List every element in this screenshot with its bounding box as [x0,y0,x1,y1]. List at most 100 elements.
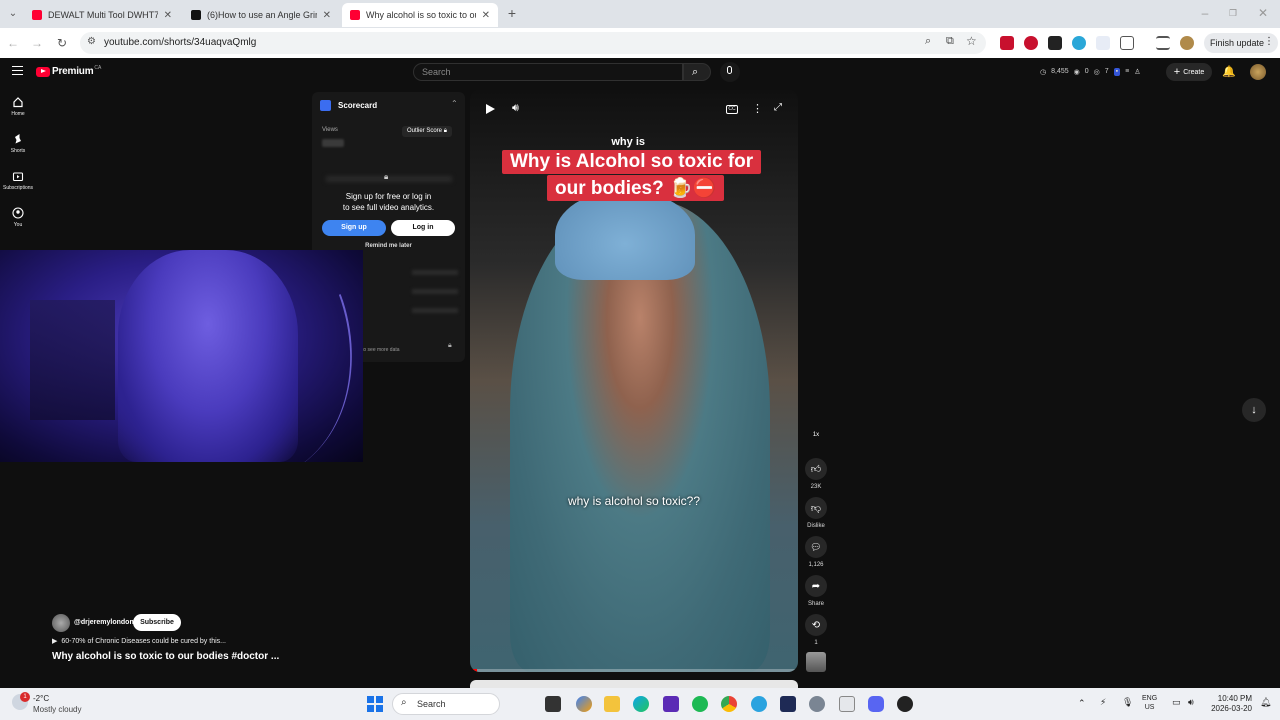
award-icon[interactable]: ♙ [1134,68,1140,76]
display-icon[interactable]: ▭ [1172,697,1181,708]
tray-chevron-icon[interactable]: ⌃ [1078,698,1086,709]
collapse-chevron-icon[interactable]: ⌃ [451,99,458,108]
language-indicator[interactable]: ENG US [1142,694,1157,712]
close-tab-icon[interactable]: ✕ [323,10,331,21]
scorecard-title: Scorecard [338,101,378,110]
shorts-video-player[interactable]: 🔊︎ CC ⋮ ⤢ why is Why is Alcohol so toxic… [470,90,798,672]
remix-button[interactable]: ⟲ [805,614,827,636]
copilot-icon[interactable] [576,696,592,712]
comments-button[interactable]: 💬︎ [805,536,827,558]
snipping-tool-icon[interactable] [839,696,855,712]
install-app-icon[interactable]: ⧉ [946,35,954,48]
video-title[interactable]: Why alcohol is so toxic to our bodies #d… [52,651,279,662]
search-input[interactable]: Search [413,63,683,81]
more-options-icon[interactable]: ⋮ [752,102,763,115]
sign-up-button[interactable]: Sign up [322,220,386,236]
next-short-preview[interactable] [470,680,798,688]
tab-search-dropdown-icon[interactable]: ⌄ [4,4,22,22]
bookmark-star-icon[interactable]: ☆ [966,34,977,48]
forward-icon[interactable]: → [28,34,46,52]
tune-icon[interactable]: ≡ [1125,68,1129,76]
close-tab-icon[interactable]: ✕ [164,10,172,21]
next-app-icon[interactable] [663,696,679,712]
share-button[interactable]: ➦ [805,575,827,597]
volume-icon[interactable]: 🔊︎ [512,102,519,115]
sound-thumbnail[interactable] [806,652,826,672]
extension-blue-icon[interactable] [1072,36,1086,50]
tab-alcohol-video[interactable]: Why alcohol is so toxic to our b ✕ [342,3,498,27]
play-icon[interactable] [486,104,495,114]
sidebar-item-home[interactable]: Home [0,96,36,117]
voice-search-button[interactable] [720,62,740,82]
extensions-puzzle-icon[interactable] [1120,36,1134,50]
back-icon[interactable]: ← [4,34,22,52]
discord-icon[interactable] [868,696,884,712]
playlist-line[interactable]: ▶ 60-70% of Chronic Diseases could be cur… [52,637,226,645]
profile-avatar[interactable] [1180,36,1194,50]
finish-update-button[interactable]: Finish update ⋮ [1204,33,1279,53]
extension-red-icon[interactable] [1000,36,1014,50]
address-bar[interactable]: ⚙ youtube.com/shorts/34uaqvaQmlg ⌕ ⧉ ☆ [80,32,986,54]
reading-list-icon[interactable] [1156,36,1170,50]
close-window-icon[interactable]: ✕ [1254,4,1272,22]
dislike-button[interactable]: 👎︎ [805,497,827,519]
sidebar-item-shorts[interactable]: Shorts [0,133,36,154]
views-label: Views [322,127,338,133]
tab-dewalt[interactable]: DEWALT Multi Tool DWHT7184 ✕ [24,3,180,27]
spotify-icon[interactable] [692,696,708,712]
comment-count: 1,126 [808,562,824,568]
fullscreen-icon[interactable]: ⤢ [774,102,782,113]
remind-me-later-link[interactable]: Remind me later [312,243,465,249]
extension-pinterest-icon[interactable] [1024,36,1038,50]
like-button[interactable]: 👍︎ [805,458,827,480]
log-in-button[interactable]: Log in [391,220,455,236]
notifications-bell-icon[interactable]: 🔔 [1222,65,1236,78]
create-button[interactable]: + Create [1166,63,1212,81]
search-icon: ⌕ [401,697,407,708]
mic-tray-icon[interactable]: 🎙︎ [1122,697,1133,708]
tab-angle-grinder[interactable]: (6)How to use an Angle Grinde ✕ [183,3,339,27]
search-button[interactable]: ⌕ [683,63,711,81]
windows-start-icon[interactable] [367,696,383,712]
restore-icon[interactable]: ❐ [1224,4,1242,22]
menu-dots-icon[interactable]: ⋮ [1264,36,1274,47]
youtube-logo[interactable]: Premium CA [36,65,101,77]
next-video-button[interactable]: ↓ [1242,398,1266,422]
channel-handle[interactable]: @drjeremylondon [74,619,134,626]
sidebar-item-subscriptions[interactable]: Subscriptions [0,170,36,191]
clock[interactable]: 10:40 PM 2026-03-20 [1206,694,1252,714]
captions-icon[interactable]: CC [726,105,738,114]
new-tab-icon[interactable]: + [503,4,521,22]
vidiq-icon[interactable]: ▪ [1113,68,1121,76]
chrome-icon[interactable] [721,696,737,712]
vpn-icon[interactable] [780,696,796,712]
settings-gear-icon[interactable] [809,696,825,712]
progress-bar[interactable] [470,669,798,672]
extension-dark-icon[interactable] [1048,36,1062,50]
network-icon[interactable]: ⚡︎ [1100,697,1106,708]
reload-icon[interactable]: ↻ [53,34,71,52]
notification-center-icon[interactable]: 🔔︎ [1260,697,1271,708]
channel-avatar[interactable] [52,614,70,632]
minimize-icon[interactable]: – [1196,4,1214,22]
subscribe-button[interactable]: Subscribe [133,614,181,631]
extension-wave-icon[interactable] [1096,36,1110,50]
file-explorer-icon[interactable] [604,696,620,712]
youtube-favicon-icon [350,10,360,20]
site-info-icon[interactable]: ⚙ [87,36,96,47]
sidebar-item-you[interactable]: You [0,207,36,228]
volume-tray-icon[interactable]: 🔊︎ [1188,697,1194,708]
obs-icon[interactable] [897,696,913,712]
vidiq-stats[interactable]: ◷ 8,455 ◉ 0 ◎ 7 ▪ ≡ ♙ [1040,68,1141,76]
hamburger-menu-icon[interactable] [12,66,23,75]
close-tab-icon[interactable]: ✕ [482,10,490,21]
telegram-icon[interactable] [751,696,767,712]
edge-icon[interactable] [633,696,649,712]
taskbar-search[interactable]: ⌕ Search [392,693,500,715]
taskview-icon[interactable] [545,696,561,712]
speed-indicator[interactable]: 1x [809,432,823,438]
zoom-icon[interactable]: ⌕ [925,35,931,48]
account-avatar[interactable] [1250,64,1266,80]
surgical-cap [555,190,695,280]
outlier-score-badge[interactable]: Outlier Score 🔒︎ [402,126,452,137]
